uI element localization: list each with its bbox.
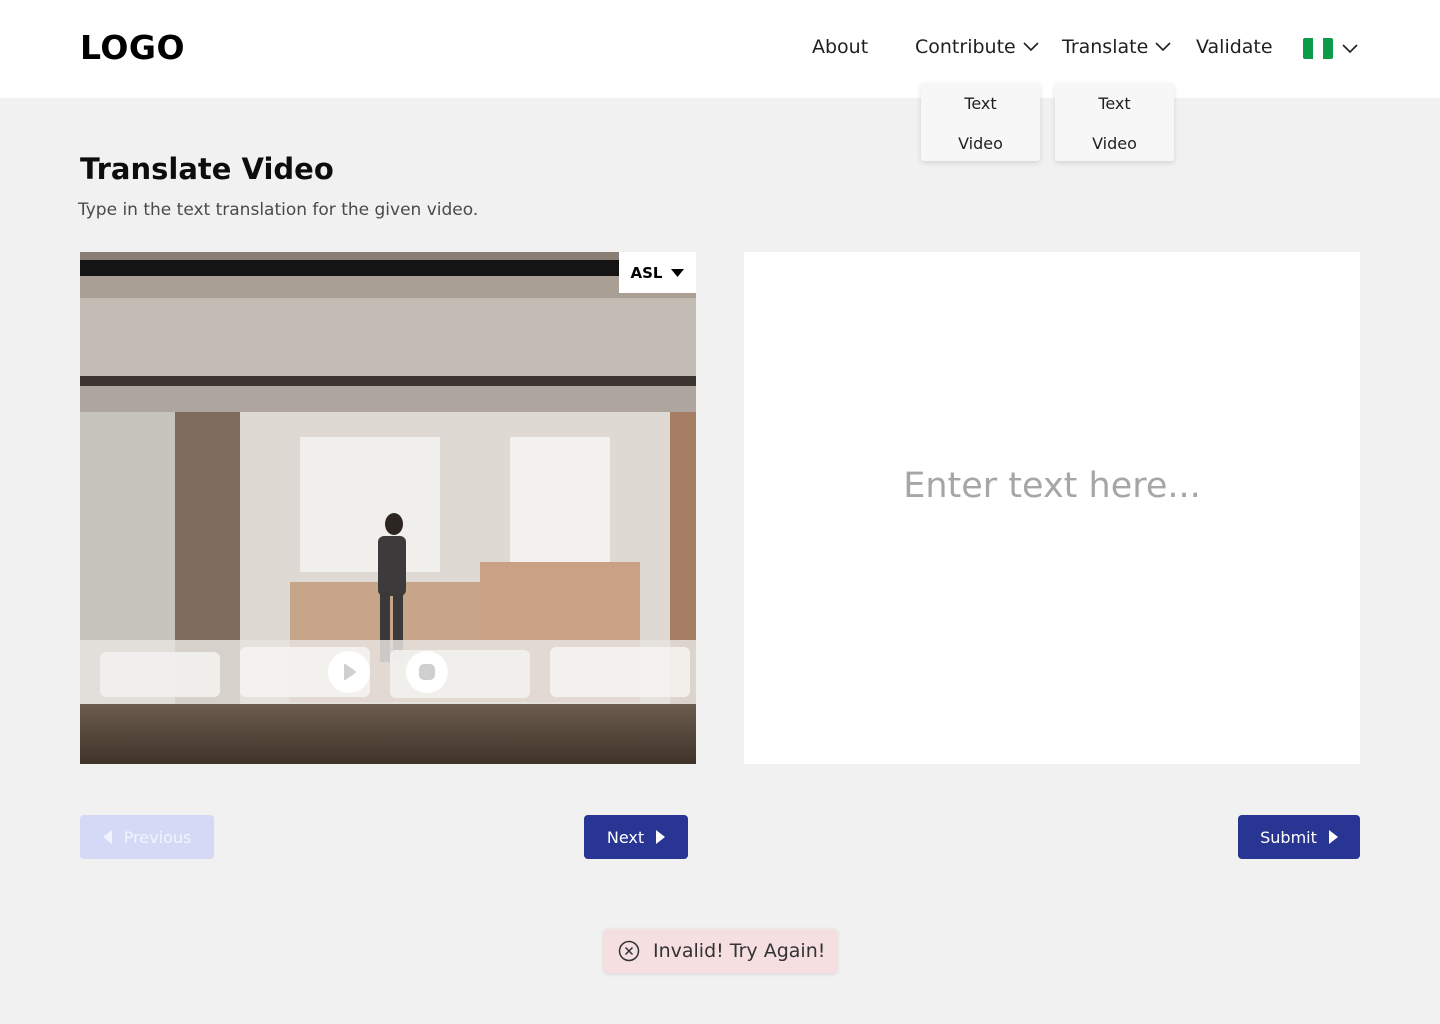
- sign-language-select[interactable]: ASL: [619, 252, 696, 293]
- error-toast: Invalid! Try Again!: [604, 929, 837, 973]
- submit-button[interactable]: Submit: [1238, 815, 1360, 859]
- video-frame: [80, 252, 696, 764]
- translate-menu-item-text[interactable]: Text: [1055, 94, 1174, 113]
- language-selector[interactable]: [1303, 38, 1358, 59]
- play-icon: [344, 664, 356, 680]
- contribute-menu-item-video[interactable]: Video: [921, 134, 1040, 153]
- video-player[interactable]: ASL: [80, 252, 696, 764]
- next-button-label: Next: [606, 827, 645, 847]
- nav-translate-label: Translate: [1062, 36, 1149, 58]
- chevron-down-icon: [1023, 42, 1039, 52]
- sign-language-value: ASL: [630, 263, 663, 282]
- nav-about[interactable]: About: [812, 36, 868, 58]
- logo[interactable]: LOGO: [80, 28, 185, 67]
- next-button[interactable]: Next: [584, 815, 688, 859]
- page-subtitle: Type in the text translation for the giv…: [78, 200, 479, 220]
- nigeria-flag-icon: [1303, 38, 1333, 59]
- chevron-down-icon: [1155, 42, 1171, 52]
- nav-contribute-label: Contribute: [915, 36, 1016, 58]
- stop-icon: [419, 664, 435, 680]
- translation-text-input[interactable]: [744, 252, 1360, 764]
- nav-about-label: About: [812, 36, 869, 58]
- caret-right-icon: [1328, 830, 1338, 844]
- nav-translate[interactable]: Translate: [1062, 36, 1171, 58]
- site-header: LOGO About Contribute Translate Validate: [0, 0, 1440, 98]
- stop-button[interactable]: [406, 651, 448, 693]
- contribute-menu-item-text[interactable]: Text: [921, 94, 1040, 113]
- error-circle-icon: [618, 940, 640, 962]
- nav-contribute[interactable]: Contribute: [915, 36, 1039, 58]
- submit-button-label: Submit: [1260, 827, 1317, 847]
- chevron-down-icon: [1342, 43, 1358, 53]
- nav-validate[interactable]: Validate: [1196, 36, 1273, 58]
- previous-button[interactable]: Previous: [80, 815, 214, 859]
- contribute-dropdown-menu: Text Video: [921, 83, 1040, 161]
- error-toast-message: Invalid! Try Again!: [653, 940, 826, 962]
- page-title: Translate Video: [80, 152, 334, 186]
- previous-button-label: Previous: [123, 827, 192, 847]
- caret-left-icon: [102, 830, 112, 844]
- translate-menu-item-video[interactable]: Video: [1055, 134, 1174, 153]
- translate-dropdown-menu: Text Video: [1055, 83, 1174, 161]
- caret-right-icon: [656, 830, 666, 844]
- nav-validate-label: Validate: [1196, 36, 1273, 58]
- play-button[interactable]: [328, 651, 370, 693]
- caret-down-icon: [671, 268, 685, 277]
